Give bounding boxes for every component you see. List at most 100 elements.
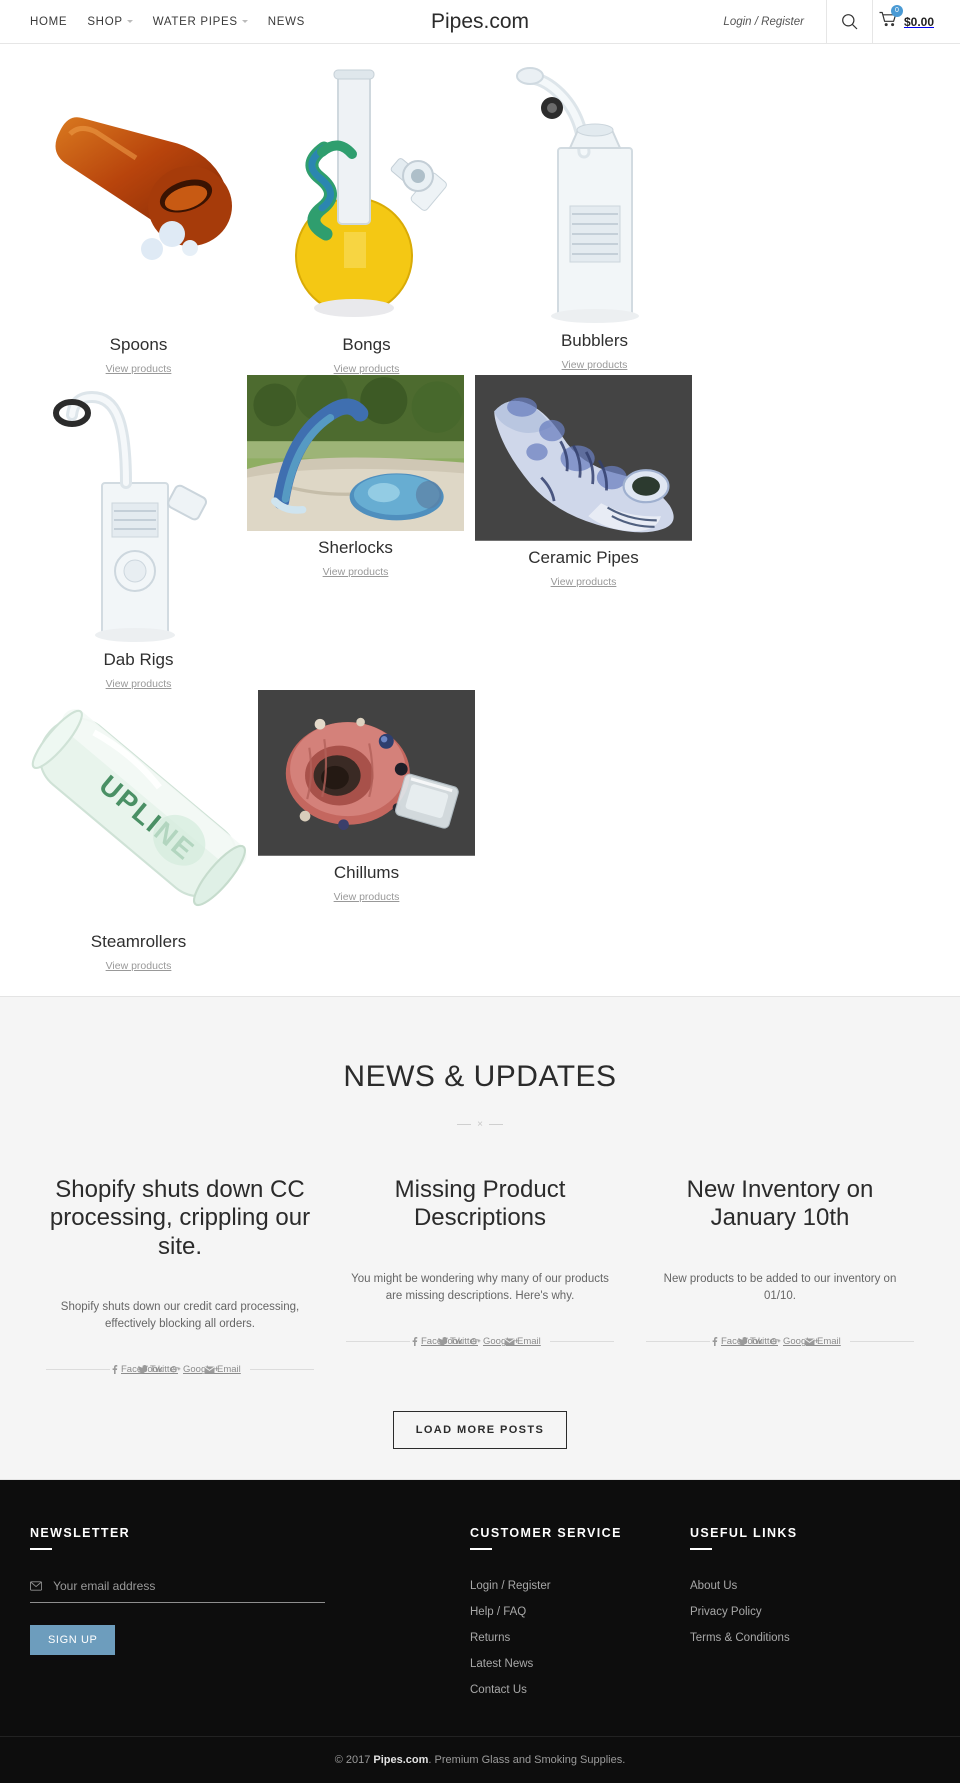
collection-title: Chillums [333,862,400,882]
news-post-excerpt: You might be wondering why many of our p… [351,1272,609,1302]
footer-link-latest-news[interactable]: Latest News [470,1658,690,1670]
footer-link-contact-us[interactable]: Contact Us [470,1684,690,1696]
nav-label: HOME [30,15,68,28]
copyright-bar: © 2017 Pipes.com. Premium Glass and Smok… [0,1735,960,1783]
heading-underline [690,1547,712,1550]
collection-title: Ceramic Pipes [528,547,639,567]
nav-item-shop[interactable]: SHOP [87,16,133,28]
news-post: New Inventory on January 10th New produc… [630,1152,930,1377]
collection-card-bubblers[interactable]: Bubblers View products [486,56,703,375]
copyright-prefix: © 2017 [334,1753,374,1766]
collection-card-steamrollers[interactable]: UPLINE Steamrollers View products [30,690,247,972]
search-icon [842,14,858,30]
cart-icon-wrap: 0 [879,4,903,33]
view-products-link[interactable]: View products [334,891,400,903]
cart-button[interactable]: 0 $0.00 [873,4,960,33]
collection-title: Bubblers [560,331,629,350]
footer-link-help-faq[interactable]: Help / FAQ [470,1606,690,1618]
footer-customer-service-column: CUSTOMER SERVICE Login / Register Help /… [470,1526,690,1696]
view-products-link[interactable]: View products [106,678,172,690]
collection-thumb [475,375,692,541]
search-button[interactable] [827,0,872,43]
collection-title: Dab Rigs [103,650,174,669]
mail-icon [204,1366,215,1374]
site-footer: NEWSLETTER SIGN UP CUSTOMER SERVICE Logi… [0,1479,960,1783]
news-post-title[interactable]: Shopify shuts down CC processing, crippl… [46,1176,314,1261]
share-label: Email [517,1336,541,1348]
site-logo-text[interactable]: Pipes.com [431,10,529,33]
share-line-left [646,1341,710,1343]
newsletter-email-input[interactable] [51,1577,325,1594]
facebook-icon [712,1337,718,1347]
collection-thumb [30,56,247,328]
twitter-icon [438,1337,448,1346]
useful-links-heading: USEFUL LINKS [690,1525,798,1540]
news-post-excerpt: New products to be added to our inventor… [663,1272,897,1302]
steamroller-image: UPLINE [30,690,247,926]
share-buttons: Facebook Twitter Google+ Email [710,1335,850,1349]
mail-icon [30,1581,43,1591]
footer-link-returns[interactable]: Returns [470,1632,690,1644]
share-row: Facebook Twitter Google+ Email [46,1363,314,1377]
load-more-wrap: LOAD MORE POSTS [0,1410,960,1449]
share-label: Email [217,1364,241,1376]
divider-glyph: × [477,1118,483,1130]
share-email-button[interactable]: Email [804,1336,841,1347]
news-post: Missing Product Descriptions You might b… [330,1152,630,1377]
collection-title: Bongs [342,335,391,354]
view-products-link[interactable]: View products [106,960,172,972]
news-post-title[interactable]: Missing Product Descriptions [346,1176,614,1233]
footer-link-terms-conditions[interactable]: Terms & Conditions [690,1632,910,1644]
bubbler-image [486,56,703,324]
footer-link-login-register[interactable]: Login / Register [470,1580,690,1592]
share-line-left [346,1341,410,1343]
login-register-link[interactable]: Login / Register [723,16,826,28]
footer-newsletter-column: NEWSLETTER SIGN UP [30,1526,470,1696]
share-line-right [550,1341,614,1343]
view-products-link[interactable]: View products [562,359,628,371]
collection-grid-section: Spoons View products Bongs View products… [0,44,960,982]
view-products-link[interactable]: View products [323,566,389,578]
load-more-posts-button[interactable]: LOAD MORE POSTS [392,1410,568,1449]
collection-title: Spoons [109,335,168,354]
newsletter-signup-button[interactable]: SIGN UP [30,1624,116,1655]
nav-item-home[interactable]: HOME [30,16,67,28]
footer-link-privacy-policy[interactable]: Privacy Policy [690,1606,910,1618]
cart-count-badge: 0 [890,4,903,17]
collection-card-ceramic-pipes[interactable]: Ceramic Pipes View products [475,375,692,690]
heading-underline [30,1547,52,1550]
ceramic-pipe-image [475,375,692,541]
share-label: Email [817,1336,841,1348]
divider-line-left [457,1123,472,1125]
spoon-pipe-image [30,56,247,328]
view-products-link[interactable]: View products [106,363,172,375]
footer-link-about-us[interactable]: About Us [690,1580,910,1592]
twitter-icon [138,1365,148,1374]
share-buttons: Facebook Twitter Google+ Email [410,1335,550,1349]
cart-total: $0.00 [903,14,934,29]
news-post-title[interactable]: New Inventory on January 10th [646,1176,914,1233]
collection-card-bongs[interactable]: Bongs View products [258,56,475,375]
nav-item-water-pipes[interactable]: WATER PIPES [153,16,248,28]
divider-line-right [488,1123,503,1125]
collection-card-chillums[interactable]: Chillums View products [258,690,475,972]
collection-card-dab-rigs[interactable]: Dab Rigs View products [30,375,247,690]
nav-label: WATER PIPES [152,15,238,28]
bong-image [258,56,475,328]
copyright-suffix: . Premium Glass and Smoking Supplies. [428,1753,626,1766]
footer-columns: NEWSLETTER SIGN UP CUSTOMER SERVICE Logi… [30,1526,930,1696]
share-email-button[interactable]: Email [204,1364,241,1375]
google-plus-icon [470,1338,481,1345]
chevron-down-icon [241,20,248,23]
news-posts: Shopify shuts down CC processing, crippl… [30,1152,930,1377]
copyright-brand: Pipes.com [373,1753,429,1766]
view-products-link[interactable]: View products [334,363,400,375]
nav-item-news[interactable]: NEWS [268,16,305,28]
customer-service-heading: CUSTOMER SERVICE [470,1525,622,1540]
collection-card-sherlocks[interactable]: Sherlocks View products [247,375,464,690]
collection-card-spoons[interactable]: Spoons View products [30,56,247,375]
view-products-link[interactable]: View products [551,576,617,588]
share-email-button[interactable]: Email [504,1336,541,1347]
nav-label: NEWS [267,15,306,28]
collection-thumb [30,375,247,643]
